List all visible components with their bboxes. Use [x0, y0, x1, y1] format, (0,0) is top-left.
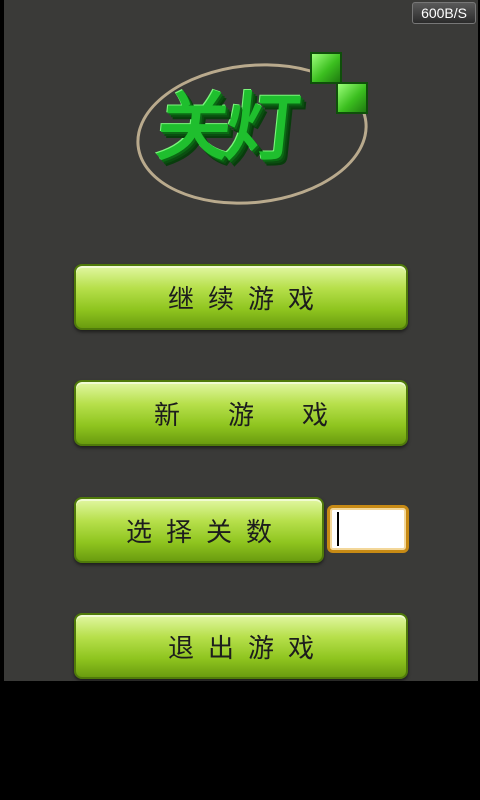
level-number-input[interactable] — [327, 505, 409, 553]
exit-game-button[interactable]: 退出游戏 — [74, 613, 408, 679]
new-game-button[interactable]: 新游戏 — [74, 380, 408, 446]
continue-game-label: 继续游戏 — [167, 284, 328, 315]
logo-square-icon — [310, 52, 342, 84]
select-level-button[interactable]: 选择关数 — [74, 497, 324, 563]
logo-title: 关灯 — [152, 85, 298, 171]
new-game-label: 新游戏 — [153, 400, 376, 431]
network-speed-badge: 600B/S — [412, 2, 476, 24]
screen: 600B/S 关灯 继续游戏 新游戏 选择关数 退出游戏 — [0, 0, 480, 800]
continue-game-button[interactable]: 继续游戏 — [74, 264, 408, 330]
logo-square-icon — [336, 82, 368, 114]
text-caret — [337, 512, 339, 546]
select-level-label: 选择关数 — [125, 517, 286, 548]
exit-game-label: 退出游戏 — [167, 633, 328, 664]
game-logo: 关灯 — [129, 48, 375, 216]
